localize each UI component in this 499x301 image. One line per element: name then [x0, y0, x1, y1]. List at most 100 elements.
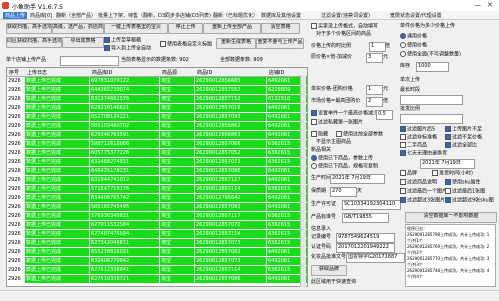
filter-over9-checkbox[interactable]: 过滤超过9张sku图	[445, 197, 494, 205]
ship-time-checkbox[interactable]: 发货时间(小时)	[432, 170, 473, 178]
stock-input[interactable]: 1000	[416, 62, 449, 72]
max-price-input[interactable]: 0.5	[376, 110, 393, 120]
table-row[interactable]: 2926 数据上传已完成 697831070122 淘宝 26290012856685 6…	[7, 77, 307, 86]
table-row[interactable]: 2926 数据上传已完成 585165745495 淘宝 26290012857082 6…	[7, 203, 307, 212]
reupload-all-button[interactable]: 重新上传全部产品	[203, 23, 261, 34]
filter-last1-checkbox[interactable]: 过滤最后1张图	[445, 188, 485, 196]
production-date-input[interactable]: 2021年 7月19日	[330, 174, 385, 184]
table-row[interactable]: 2926 数据上传已完成 576936340831 淘宝 26290012857117 6…	[7, 212, 307, 221]
single-price-input[interactable]: 1	[366, 85, 383, 95]
filter-first-image-checkbox[interactable]: 过滤私藏第一张图片	[311, 119, 363, 127]
col-shop-id[interactable]: 店铺ID	[269, 69, 284, 76]
table-row[interactable]: 2926 数据上传已完成 627487475594 淘宝 26290012857114 6…	[7, 230, 307, 239]
table-row[interactable]: 2926 数据上传已完成 655218826031 淘宝 26290012857082 6…	[7, 248, 307, 257]
license-input[interactable]: SC10334192304110	[342, 200, 401, 210]
col-index[interactable]: 序号	[9, 69, 19, 76]
export-button[interactable]: 导出成表格	[62, 37, 104, 48]
use-price-radio[interactable]: 使用价格	[400, 42, 427, 50]
stop-upload-button[interactable]: 停止上传	[168, 23, 203, 34]
regen-table-button[interactable]: 重新生成表格	[216, 38, 256, 49]
table-row[interactable]: 2926 数据上传已完成 634408765742 淘宝 26290012795642 6…	[7, 194, 307, 203]
table-row[interactable]: 2926 数据上传已完成 627510338721 淘宝 26290012857086 6…	[7, 275, 307, 284]
table-row[interactable]: 2926 数据上传已完成 632406770842 淘宝 26290012857073 6…	[7, 257, 307, 266]
filter-last-image-checkbox[interactable]: 过滤最后一个图片	[400, 188, 447, 196]
filter-over3-checkbox[interactable]: 过滤超过3张图片	[400, 197, 445, 205]
price-ratio-input[interactable]: 1	[369, 42, 386, 52]
filter-all-checkbox[interactable]: 过滤全部比	[445, 142, 477, 150]
table-row[interactable]: 2926 数据上传已完成 631374662576 淘宝 26290012857152 6…	[7, 95, 307, 104]
filter-nonstandard-checkbox[interactable]: 过滤非标准格	[400, 134, 437, 142]
seven-day-return-checkbox[interactable]: 七天无理由退换货	[400, 150, 447, 158]
menu-proxy[interactable]: 宽限状态设置/代理设置	[390, 12, 442, 19]
clear-db-button[interactable]: 清空数据库一不影响数据	[405, 212, 497, 223]
table-row[interactable]: 2926 数据上传已完成 631944741012 淘宝 26290012857117 6…	[7, 176, 307, 185]
table-row[interactable]: 2926 数据上传已完成 631468274831 淘宝 26290012857073 6…	[7, 158, 307, 167]
menu-filter[interactable]: 过滤设置(违禁词设置)	[321, 12, 370, 19]
common-price-radio[interactable]: 通用价格	[400, 33, 427, 41]
use-all-params-checkbox[interactable]: 使用过前全部参数	[336, 131, 383, 139]
table-row[interactable]: 2926 数据上传已完成 628216146621 淘宝 26290012857016 6…	[7, 104, 307, 113]
record-no-input[interactable]: 9787549624519	[336, 233, 395, 243]
max-hours-input[interactable]	[400, 95, 463, 105]
custom-title-checkbox[interactable]: 使用表格自定义标题	[160, 41, 212, 49]
table-row[interactable]: 2926 数据上传已完成 627512338841 淘宝 26290012857114 6…	[7, 266, 307, 275]
table-row[interactable]: 2926 数据上传已完成 598712618086 淘宝 26290012857066 6…	[7, 140, 307, 149]
filter-desc-checkbox[interactable]: 过滤商品说明	[400, 179, 437, 187]
use-all-radio[interactable]: 使用全面(不可调整数量)	[400, 51, 461, 59]
max-price-checkbox[interactable]: 设置单件一个最高价格减少	[311, 110, 378, 118]
use-params-radio[interactable]: 使用已下商品，参数上传	[311, 155, 373, 163]
product-std-input[interactable]: GB/T19855	[342, 213, 389, 223]
use-sku-checkbox[interactable]: 使用sku属性	[445, 179, 481, 187]
table-scrollbar[interactable]	[300, 75, 306, 287]
col-log[interactable]: 上传日志	[27, 69, 47, 76]
table-row[interactable]: 2926 数据上传已完成 585103480702 淘宝 26290012856862 6…	[7, 122, 307, 131]
draft-checkbox[interactable]: 上传至草稿箱	[104, 37, 141, 45]
fetch-button[interactable]: 获取扫描，高手选项	[6, 23, 52, 34]
import-button[interactable]: 高级，选产品，抓店商品	[52, 23, 104, 34]
auto-fill-checkbox[interactable]: 买家没上传格式，自动填写	[311, 23, 378, 31]
market-price-input[interactable]: 2	[366, 97, 383, 107]
table-row[interactable]: 2926 数据上传已完成 644365739074 淘宝 26290012857557 6…	[7, 86, 307, 95]
table-row[interactable]: 2926 数据上传已完成 605775377226 淘宝 26290012857052 6…	[7, 149, 307, 158]
minimize-icon[interactable]: —	[474, 1, 481, 9]
clear-table-button[interactable]: 清空表格	[261, 23, 300, 34]
menu-database[interactable]: 数据库及其他设置	[261, 12, 301, 19]
col-product-id[interactable]: 商品ID	[197, 69, 212, 76]
brand-checkbox[interactable]: 品牌	[400, 170, 417, 178]
shelf-life-input[interactable]: 270	[330, 187, 357, 197]
menu-refresh-optimized[interactable]: 翻新（已标题优化）	[213, 12, 258, 19]
cert-no-input[interactable]: 2017012201949222	[336, 243, 395, 253]
dedupe-button[interactable]: 重复不要与上传产品	[256, 38, 304, 49]
menu-sync-shops[interactable]: 同步多店铺(D3列表)	[165, 12, 211, 19]
filter-price-checkbox[interactable]: 过滤不足价格	[445, 134, 482, 142]
title-bar: 小象助手 V1.6.7.5 — ✕	[0, 0, 499, 11]
table-row[interactable]: 2926 数据上传已完成 627342046871 淘宝 26290012857073 6…	[7, 239, 307, 248]
col-library-id[interactable]: 商品库ID	[92, 69, 112, 76]
menu-library[interactable]: 商品库[0]	[30, 12, 52, 19]
start-date-input[interactable]: 2021年 7月19日	[420, 159, 475, 169]
auto-checkbox[interactable]: 导入到上传全自动	[104, 45, 151, 53]
ratio-input[interactable]	[400, 114, 463, 124]
table-row[interactable]: 2926 数据上传已完成 629346763591 淘宝 26290012856863 6…	[7, 131, 307, 140]
batch-upload-button[interactable]: 一键上传表格里的宝贝	[104, 23, 168, 34]
table-row[interactable]: 2926 数据上传已完成 627011532584 淘宝 26290012857070 6…	[7, 221, 307, 230]
price-adjust-input[interactable]: 3	[366, 53, 383, 63]
close-icon[interactable]: ✕	[487, 1, 493, 9]
table-row[interactable]: 2926 数据上传已完成 646425178231 淘宝 26290012857086 6…	[7, 167, 307, 176]
hide-checkbox[interactable]: 隐藏	[311, 131, 328, 139]
shop-input[interactable]	[60, 56, 119, 66]
menu-refresh-all[interactable]: 翻新（全部产品）	[56, 12, 96, 19]
sync-fetch-button[interactable]: 同区获取扫描，高手选项	[6, 37, 62, 48]
second-hand-checkbox[interactable]: 二手商品	[400, 142, 427, 150]
filter-image-checkbox[interactable]: 过滤图片后5	[400, 126, 435, 134]
product-table[interactable]: 序号 上传日志 商品库ID 商品源 商品ID 店铺ID 2926 数据上传已完成 6…	[6, 67, 308, 287]
get-brand-button[interactable]: 获取品牌	[311, 265, 347, 276]
col-source[interactable]: 商品源	[162, 69, 177, 76]
table-row[interactable]: 2926 数据上传已完成 571547719176 淘宝 26290012857114 6…	[7, 185, 307, 194]
use-spec-radio[interactable]: 使用已下商品，规格可复制	[311, 163, 378, 171]
menu-batch-shelf[interactable]: 批量上下架，待售（翻新，D3）	[98, 12, 170, 19]
insufficient-image-checkbox[interactable]: 上传图片不足	[445, 126, 482, 134]
table-row[interactable]: 2926 数据上传已完成 652708134221 淘宝 26290012857093 6…	[7, 113, 307, 122]
menu-upload[interactable]: 商品上传	[3, 12, 28, 19]
cosmetic-input[interactable]: 国妆特字G20171887	[346, 253, 405, 263]
